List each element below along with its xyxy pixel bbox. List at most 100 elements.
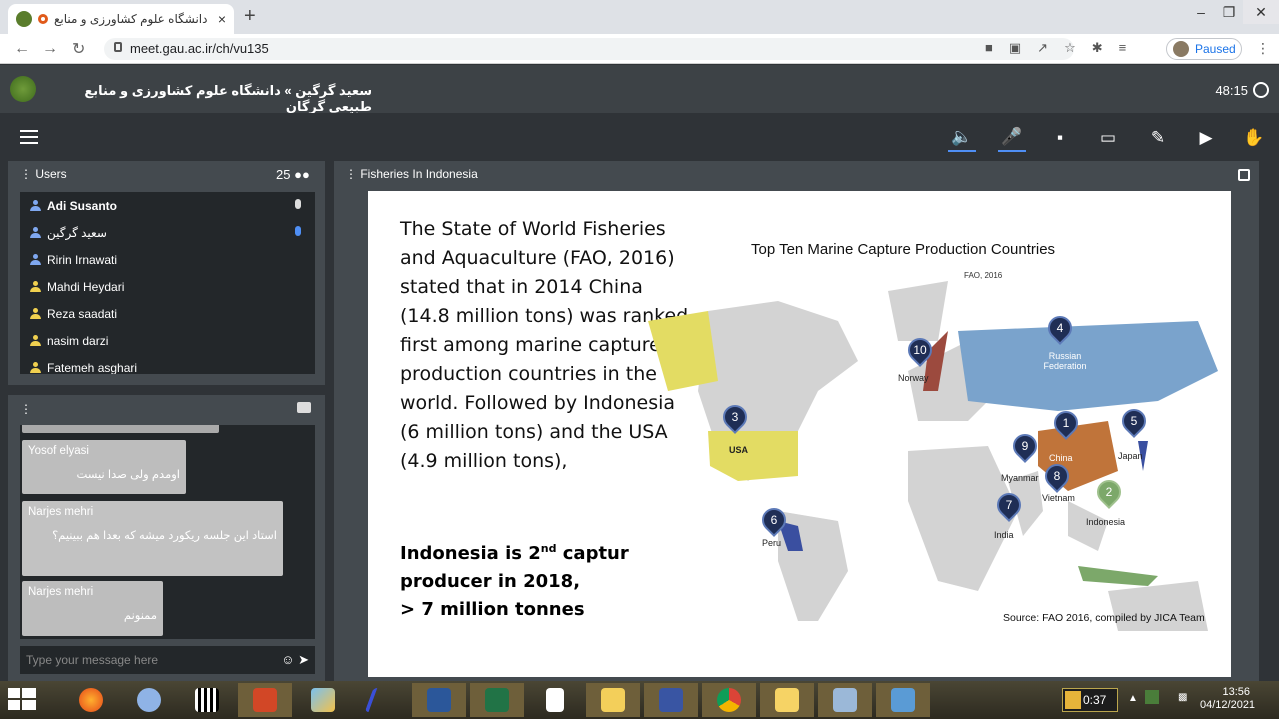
user-name: Reza saadati [47, 306, 118, 321]
taskbar-folder-icon[interactable] [760, 683, 814, 717]
chat-icon[interactable] [297, 402, 311, 413]
raise-hand-icon[interactable]: ✋ [1240, 124, 1268, 152]
pin-rank: 9 [1021, 439, 1029, 453]
user-row[interactable]: Ririn Irnawati [20, 246, 315, 273]
windows-start-icon[interactable] [8, 688, 36, 712]
country-label: USA [729, 445, 749, 455]
user-name: Mahdi Heydari [47, 279, 125, 294]
mic-active-icon [295, 226, 301, 236]
taskbar-notepad-icon[interactable] [528, 683, 582, 717]
clock-icon [1253, 82, 1269, 98]
minimize-icon[interactable]: – [1187, 0, 1215, 24]
forward-icon[interactable]: → [42, 40, 58, 58]
chat-input[interactable]: Type your message here ☺ ➤ [20, 646, 315, 674]
presentation-toggle-icon[interactable] [1238, 169, 1250, 181]
chat-menu-icon[interactable]: ⋮ [20, 402, 32, 416]
tray-recorder[interactable]: 0:37 [1062, 688, 1118, 712]
taskbar-monitor-icon[interactable] [818, 683, 872, 717]
browser-menu-icon[interactable]: ⋮ [1256, 40, 1270, 57]
slide-highlight-a: Indonesia is 2 [400, 543, 541, 564]
pen-icon[interactable]: ✎ [1144, 124, 1172, 152]
taskbar-control-panel-icon[interactable] [876, 683, 930, 717]
chat-message: Yosof elyasi اومدم ولی صدا نیست [22, 440, 186, 494]
chat-text: استاد این جلسه ریکورد میشه که بعدا هم بب… [52, 530, 277, 542]
taskbar-excel-icon[interactable] [470, 683, 524, 717]
clock-date: 04/12/2021 [1200, 699, 1256, 711]
microphone-icon[interactable]: 🎤 [998, 124, 1026, 152]
slide-highlight-b: captur [556, 543, 629, 564]
camera-icon[interactable]: ▪ [1046, 124, 1074, 152]
screen-share-icon[interactable]: ▭ [1094, 124, 1122, 152]
chat-sender: Narjes mehri [28, 506, 94, 518]
chat-sender: Narjes mehri [28, 586, 94, 598]
taskbar-visio-icon[interactable] [644, 683, 698, 717]
taskbar-powerpoint-icon[interactable] [238, 683, 292, 717]
country-label: Russian Federation [1043, 351, 1087, 371]
user-row[interactable]: Reza saadati [20, 300, 315, 327]
close-window-icon[interactable]: ✕ [1243, 0, 1279, 24]
user-row[interactable]: Adi Susanto [20, 192, 315, 219]
new-tab-button[interactable]: + [244, 5, 256, 28]
camera-in-use-icon[interactable]: ■ [985, 40, 993, 56]
tray-app-icon[interactable] [1145, 690, 1159, 704]
taskbar-paint-icon[interactable] [296, 683, 350, 717]
pin-rank: 4 [1056, 321, 1064, 335]
profile-status: Paused [1195, 42, 1236, 56]
presentation-icon[interactable]: ▶ [1192, 124, 1220, 152]
user-row[interactable]: Mahdi Heydari [20, 273, 315, 300]
timer-text: 48:15 [1215, 82, 1248, 98]
user-row[interactable]: nasim darzi [20, 327, 315, 354]
taskbar-chrome-icon[interactable] [702, 683, 756, 717]
user-name: Fatemeh asghari [47, 360, 138, 375]
speaker-icon[interactable]: 🔈 [948, 124, 976, 152]
presentation-title-text: Fisheries In Indonesia [360, 167, 478, 181]
greenland-shape [888, 281, 948, 341]
users-count-value: 25 [276, 167, 291, 182]
profile-avatar [1173, 41, 1189, 57]
country-label: Vietnam [1042, 493, 1075, 503]
profile-button[interactable]: Paused [1166, 38, 1242, 60]
network-icon[interactable]: ▩ [1178, 692, 1187, 703]
university-logo [10, 76, 36, 102]
user-name: nasim darzi [47, 333, 109, 348]
user-icon [30, 362, 41, 373]
user-icon [30, 281, 41, 292]
url-field[interactable]: meet.gau.ac.ir/ch/vu135 [104, 38, 1074, 60]
pin-rank: 5 [1130, 414, 1138, 428]
chat-input-placeholder: Type your message here [26, 653, 159, 667]
country-label: India [994, 530, 1014, 540]
taskbar-explorer-icon[interactable] [586, 683, 640, 717]
pin-rank: 6 [770, 513, 778, 527]
user-icon [30, 227, 41, 238]
bookmark-star-icon[interactable]: ☆ [1064, 40, 1076, 56]
chat-text: ممنونم [123, 610, 157, 622]
system-clock[interactable]: 13:56 04/12/2021 [1200, 686, 1256, 712]
user-row[interactable]: Fatemeh asghari [20, 354, 315, 374]
restore-icon[interactable]: ❐ [1215, 0, 1243, 24]
reading-list-icon[interactable]: ≡ [1119, 40, 1127, 56]
window-controls: – ❐ ✕ [1187, 0, 1279, 24]
pin-rank: 3 [731, 410, 739, 424]
taskbar-r-icon[interactable] [122, 683, 176, 717]
browser-tab[interactable]: دانشگاه علوم کشاورزی و منابع × [8, 4, 234, 34]
room-title: سعید گرگین » دانشگاه علوم کشاورزی و مناب… [84, 83, 372, 114]
reload-icon[interactable]: ↻ [72, 39, 85, 59]
user-row[interactable]: سعید گرگین [20, 219, 315, 246]
map-source: Source: FAO 2016, compiled by JICA Team [1003, 612, 1205, 624]
taskbar-adobe-icon[interactable] [354, 683, 408, 717]
taskbar-firefox-icon[interactable] [64, 683, 118, 717]
back-icon[interactable]: ← [14, 40, 30, 58]
lock-icon [114, 42, 122, 52]
recorder-icon [1065, 691, 1081, 709]
menu-icon[interactable] [20, 130, 38, 144]
tray-chevron-icon[interactable]: ▲ [1128, 693, 1138, 704]
taskbar-qr-icon[interactable] [180, 683, 234, 717]
extensions-icon[interactable]: ✱ [1092, 40, 1103, 56]
share-icon[interactable]: ↗ [1037, 40, 1048, 56]
university-favicon-icon [16, 11, 32, 27]
taskbar-word-icon[interactable] [412, 683, 466, 717]
send-icon[interactable]: ☺ ➤ [281, 652, 309, 668]
africa-shape [908, 446, 1018, 591]
translate-icon[interactable]: ▣ [1009, 40, 1021, 56]
tab-close-icon[interactable]: × [218, 11, 226, 27]
